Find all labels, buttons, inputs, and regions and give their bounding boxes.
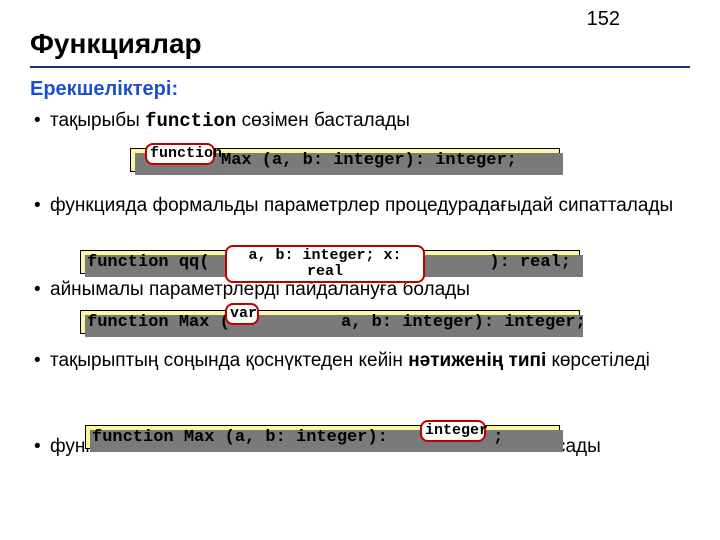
callout-params: a, b: integer; x: real (225, 245, 425, 283)
subtitle: Ерекшеліктері: (0, 78, 720, 109)
bullet-text: көрсетіледі (546, 350, 650, 371)
bullet-text: функцияда формальды параметрлер процедур… (50, 195, 673, 216)
code-text: function Max (a, b: integer): (92, 428, 388, 447)
callout-var: var (225, 303, 259, 325)
title-rule (30, 66, 690, 68)
bullet-bold: нәтиженің типі (408, 350, 546, 371)
code-text: a, b: integer): integer; (341, 313, 586, 332)
keyword-inline: function (145, 110, 236, 132)
code-text: function Max ( (87, 313, 230, 332)
code-text: ; (493, 428, 503, 447)
callout-type: integer (420, 420, 486, 442)
list-item: тақырыбы function сөзімен басталады (50, 109, 690, 134)
bullet-text: тақырыптың соңында қоснүктеден кейін (50, 350, 408, 371)
bullet-text: тақырыбы (50, 110, 145, 131)
code-text: function qq( (87, 253, 209, 272)
code-text: Max (a, b: integer): integer; (221, 151, 517, 170)
callout-keyword: function (145, 143, 215, 165)
page-number: 152 (587, 8, 620, 31)
bullet-text: сөзімен басталады (236, 110, 410, 131)
list-item: функцияда формальды параметрлер процедур… (50, 194, 690, 218)
code-box: function Max (a, b: integer): ; (85, 425, 560, 449)
code-box: function Max ( a, b: integer): integer; (80, 310, 580, 334)
code-text: ): real; (489, 253, 571, 272)
list-item: тақырыптың соңында қоснүктеден кейін нәт… (50, 349, 690, 373)
